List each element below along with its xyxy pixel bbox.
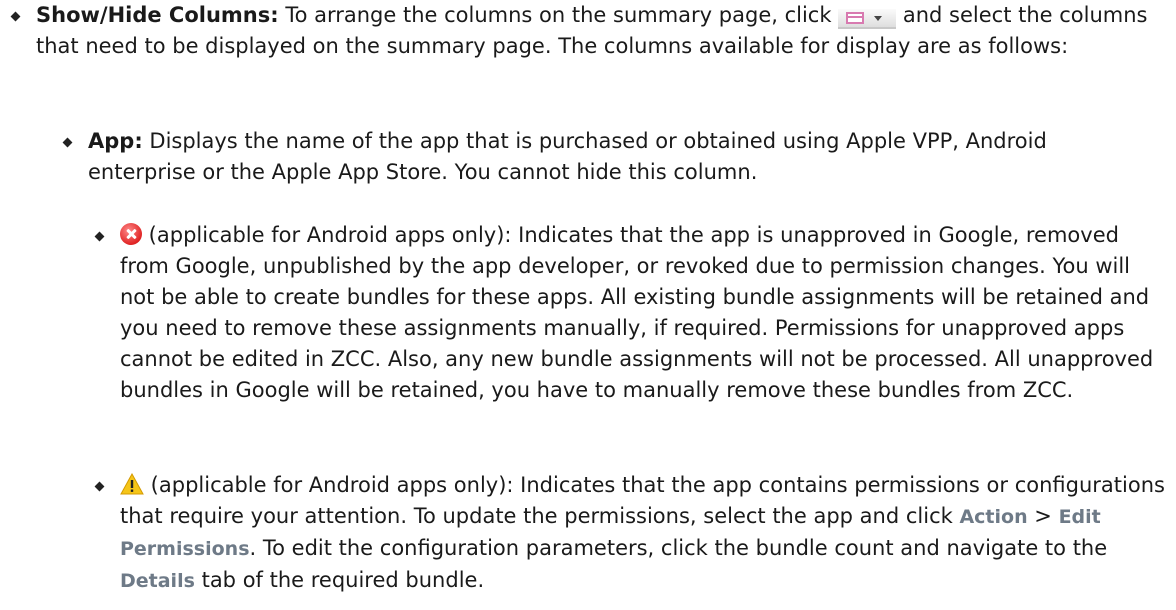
unapproved-icon-paragraph: (applicable for Android apps only): Indi… — [120, 220, 1165, 406]
help-document: Show/Hide Columns: To arrange the column… — [0, 0, 1176, 610]
attention-icon-paragraph: (applicable for Android apps only): Indi… — [120, 470, 1165, 597]
app-column-term: App: — [88, 129, 143, 153]
bullet-icon — [94, 231, 105, 242]
app-column-paragraph: App: Displays the name of the app that i… — [88, 126, 1158, 188]
attention-icon-text-b: . To edit the configuration parameters, … — [249, 536, 1108, 560]
bullet-icon — [62, 137, 73, 148]
unapproved-icon-text: (applicable for Android apps only): Indi… — [120, 223, 1154, 402]
show-hide-columns-term: Show/Hide Columns: — [36, 3, 279, 27]
app-column-text: Displays the name of the app that is pur… — [88, 129, 1047, 184]
show-hide-columns-text-a: To arrange the columns on the summary pa… — [278, 3, 839, 27]
details-tab-label: Details — [120, 570, 195, 592]
show-hide-columns-paragraph: Show/Hide Columns: To arrange the column… — [36, 0, 1156, 62]
chevron-down-icon — [874, 15, 883, 21]
action-menu-label: Action — [959, 506, 1028, 528]
bullet-icon — [94, 481, 105, 492]
column-chooser-icon[interactable] — [838, 9, 897, 29]
menu-separator: > — [1027, 504, 1059, 528]
warning-triangle-icon — [120, 473, 144, 495]
attention-icon-text-c: tab of the required bundle. — [194, 568, 485, 592]
grid-icon — [846, 12, 865, 24]
bullet-icon — [10, 11, 21, 22]
error-x-icon — [120, 223, 142, 245]
